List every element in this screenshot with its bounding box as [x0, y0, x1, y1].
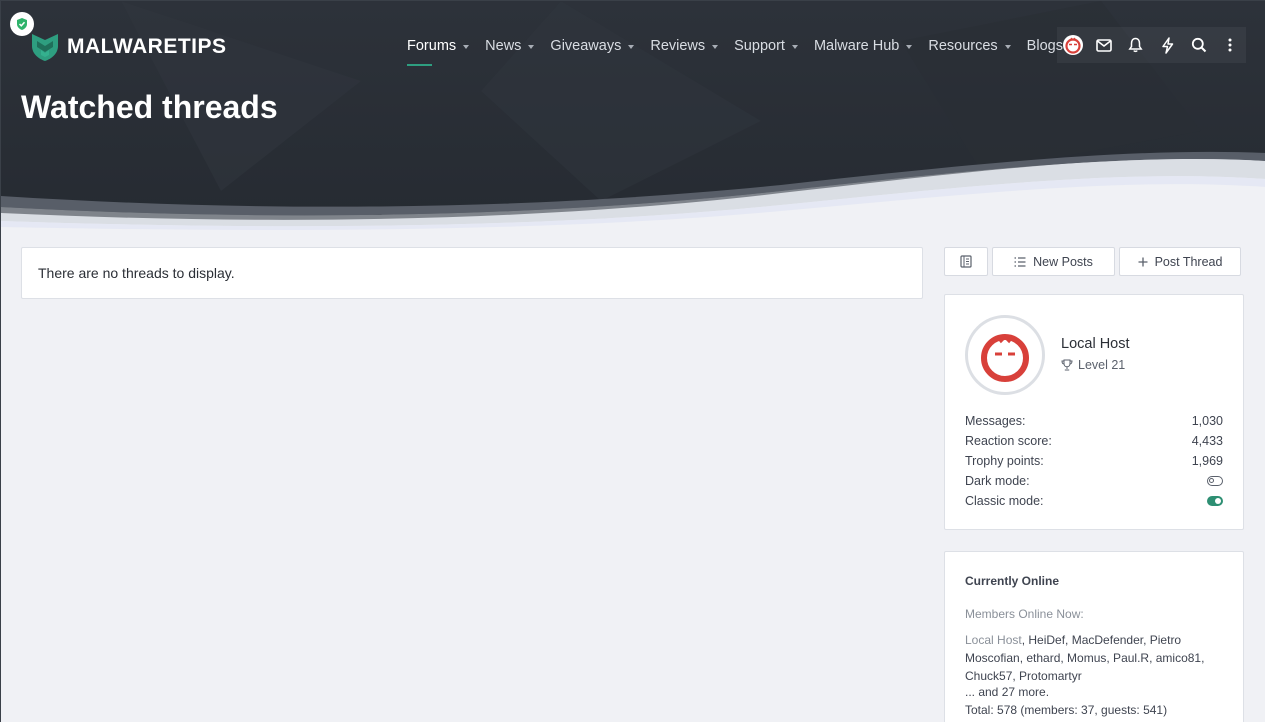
more-menu-button[interactable] [1215, 27, 1247, 63]
avatar-icon [1062, 35, 1083, 55]
online-subtitle: Members Online Now: [965, 607, 1084, 621]
stat-label: Messages: [965, 414, 1026, 428]
nav-giveaways[interactable]: Giveaways [550, 35, 635, 57]
trophy-icon [1061, 359, 1073, 371]
post-thread-label: Post Thread [1154, 254, 1223, 269]
document-list-icon [960, 255, 972, 268]
nav-label: Giveaways [550, 38, 622, 54]
nav-label: Malware Hub [813, 38, 900, 54]
chevron-down-icon[interactable] [528, 45, 535, 49]
empty-message: There are no threads to display. [38, 265, 235, 281]
bell-icon [1128, 37, 1143, 53]
stat-messages: Messages: 1,030 [965, 413, 1223, 429]
online-title[interactable]: Currently Online [965, 574, 1059, 588]
nav-forums[interactable]: Forums [407, 35, 470, 66]
nav-support[interactable]: Support [734, 35, 798, 57]
nav-label: Support [734, 38, 785, 54]
threads-list-empty: There are no threads to display. [21, 247, 923, 299]
chevron-down-icon[interactable] [628, 45, 635, 49]
classic-mode-row: Classic mode: [965, 493, 1223, 509]
search-button[interactable] [1183, 27, 1215, 63]
online-card: Currently Online Members Online Now: Loc… [944, 551, 1244, 722]
avatar[interactable] [965, 315, 1045, 395]
toggle-label: Classic mode: [965, 494, 1044, 508]
dark-mode-toggle[interactable] [1207, 476, 1223, 486]
plus-icon [1138, 257, 1148, 266]
chevron-down-icon[interactable] [906, 45, 913, 49]
profile-name[interactable]: Local Host [1061, 336, 1130, 352]
mail-icon [1096, 38, 1113, 52]
lightning-icon [1162, 36, 1173, 54]
main-nav: Forums News Giveaways Reviews Support Ma… [407, 35, 1079, 66]
dark-mode-row: Dark mode: [965, 473, 1223, 489]
chevron-down-icon[interactable] [463, 45, 470, 49]
online-total: Total: 578 (members: 37, guests: 541) [965, 703, 1168, 717]
profile-level[interactable]: Level 21 [1061, 358, 1125, 372]
chevron-down-icon[interactable] [1004, 45, 1011, 49]
alerts-button[interactable] [1120, 27, 1152, 63]
nav-label: Forums [407, 38, 457, 54]
stat-trophy-points: Trophy points: 1,969 [965, 453, 1223, 469]
post-thread-button[interactable]: Post Thread [1119, 247, 1241, 276]
page-header: MALWARETIPS Forums News Giveaways Review… [1, 1, 1265, 231]
nav-label: Reviews [650, 38, 706, 54]
stat-reaction-score: Reaction score: 4,433 [965, 433, 1223, 449]
nav-news[interactable]: News [485, 35, 535, 57]
nav-label: Resources [928, 38, 998, 54]
logo-shield-icon [32, 34, 58, 61]
stat-label: Trophy points: [965, 454, 1044, 468]
toggle-label: Dark mode: [965, 474, 1030, 488]
stat-value[interactable]: 4,433 [1192, 434, 1223, 448]
site-logo[interactable]: MALWARETIPS [31, 32, 227, 62]
new-posts-button[interactable]: New Posts [992, 247, 1115, 276]
logo-text: MALWARETIPS [67, 35, 227, 58]
online-members-list: Local Host, HeiDef, MacDefender, Pietro … [965, 631, 1227, 685]
avatar-image [981, 334, 1029, 382]
member-link-current[interactable]: Local Host [965, 633, 1022, 647]
toggle-sidebar-button[interactable] [944, 247, 988, 276]
more-vertical-icon [1228, 38, 1232, 52]
online-more[interactable]: ... and 27 more. [965, 685, 1049, 699]
stat-label: Reaction score: [965, 434, 1052, 448]
search-icon [1191, 37, 1206, 53]
chevron-down-icon[interactable] [791, 45, 798, 49]
stat-value[interactable]: 1,969 [1192, 454, 1223, 468]
nav-reviews[interactable]: Reviews [650, 35, 719, 57]
new-posts-label: New Posts [1033, 254, 1093, 269]
nav-malware-hub[interactable]: Malware Hub [813, 35, 913, 57]
whats-new-button[interactable] [1152, 27, 1184, 63]
chevron-down-icon[interactable] [712, 45, 719, 49]
nav-label: News [485, 38, 522, 54]
list-icon [1014, 256, 1026, 267]
classic-mode-toggle[interactable] [1207, 496, 1223, 506]
nav-resources[interactable]: Resources [928, 35, 1011, 57]
level-label: Level 21 [1078, 358, 1126, 372]
profile-card: Local Host Level 21 Messages: 1,030 Reac… [944, 294, 1244, 530]
user-toolbar [1057, 27, 1246, 63]
user-avatar-button[interactable] [1057, 27, 1089, 63]
stat-value[interactable]: 1,030 [1192, 414, 1223, 428]
inbox-button[interactable] [1089, 27, 1121, 63]
page-title: Watched threads [21, 89, 278, 125]
